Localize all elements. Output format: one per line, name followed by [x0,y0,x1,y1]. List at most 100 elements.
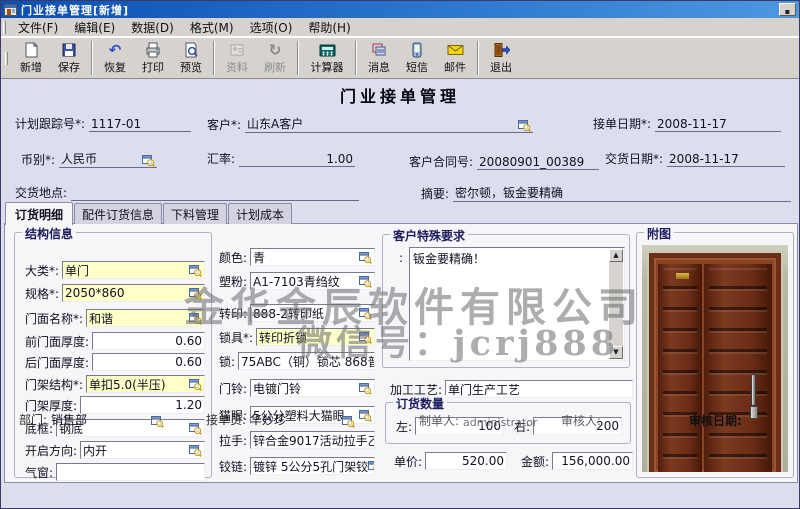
color-lookup-icon[interactable] [359,251,372,264]
doorbell-input[interactable]: 电镀门铃 [250,379,375,397]
place-field: 交货地点: [15,184,359,201]
titlebar-button[interactable]: ▪ [779,3,796,16]
bottom-frame-lookup-icon[interactable] [189,422,202,435]
place-input[interactable] [71,185,359,201]
back-thickness-field: 后门面厚度: 0.60 [25,353,205,371]
scroll-down-icon[interactable]: ▼ [609,346,623,359]
exit-icon [493,42,510,59]
app-window: 门业接单管理[新增] ▪ 文件(F) 编辑(E) 数据(D) 格式(M) 选项(… [0,0,800,509]
toolbar-separator [213,41,215,75]
peephole-lookup-icon[interactable] [359,409,372,422]
menu-grip [3,21,6,34]
contract-field: 客户合同号: 20080901_00389 [409,153,599,170]
customer-lookup-icon[interactable] [518,119,531,132]
lockset-input[interactable]: 转印折锁 [256,328,375,346]
preview-icon [183,42,199,59]
unit-price-input[interactable]: 520.00 [425,452,507,470]
restore-button[interactable]: ↶ 恢复 [96,39,134,77]
preview-button[interactable]: 预览 [172,39,210,77]
exit-button[interactable]: 退出 [482,39,520,77]
frame-structure-input[interactable]: 单扣5.0(半压) [86,375,205,393]
dept-input[interactable]: 销售部 [51,411,151,428]
currency-input[interactable]: 人民币 [59,150,157,168]
plan-no-input[interactable]: 1117-01 [89,116,191,132]
tab-fitting-info[interactable]: 配件订货信息 [74,203,162,224]
amount-input[interactable]: 156,000.00 [552,452,633,470]
menu-edit[interactable]: 编辑(E) [66,18,123,37]
back-thickness-input[interactable]: 0.60 [92,353,205,371]
special-request-group: 客户特殊要求 : 钣金要精确！ ▲ ▼ [382,234,630,368]
color-field: 颜色: 青 [219,248,375,266]
mail-button[interactable]: 邮件 [436,39,474,77]
delivery-date-input[interactable]: 2008-11-17 [667,151,785,167]
open-direction-input[interactable]: 内开 [80,441,205,459]
spec-input[interactable]: 2050*860 [62,284,205,302]
door-casing [649,253,781,472]
pull-handle-input[interactable]: 锌合金9017活动拉手乙 [250,431,375,449]
doorbell-lookup-icon[interactable] [359,382,372,395]
hinge-lookup-icon[interactable] [368,460,375,473]
transfer-field: 转印: 888-2转印纸 [219,304,375,322]
new-button[interactable]: 新增 [12,39,50,77]
menu-options[interactable]: 选项(O) [242,18,301,37]
powder-lookup-icon[interactable] [359,275,372,288]
menu-data[interactable]: 数据(D) [123,18,182,37]
open-direction-lookup-icon[interactable] [189,444,202,457]
save-icon [61,42,77,59]
vent-input[interactable] [56,463,205,481]
category-lookup-icon[interactable] [189,264,202,277]
save-button[interactable]: 保存 [50,39,88,77]
currency-field: 币别*: 人民币 [21,150,157,168]
order-taker-lookup-icon[interactable] [342,415,355,428]
vent-field: 气窗: [25,463,205,481]
currency-lookup-icon[interactable] [142,154,155,167]
face-name-lookup-icon[interactable] [189,312,202,325]
lock-input[interactable]: 75ABC（铜）锁芯 868普 [238,352,375,370]
contract-input[interactable]: 20080901_00389 [477,154,599,170]
dept-lookup-icon[interactable] [151,415,164,428]
order-date-input[interactable]: 2008-11-17 [655,116,781,132]
spec-lookup-icon[interactable] [189,287,202,300]
scroll-up-icon[interactable]: ▲ [609,249,623,262]
structure-group: 结构信息 大类*: 单门 规格*: 2050*860 门面名称*: 和谐 前门面… [14,232,212,478]
category-input[interactable]: 单门 [62,261,205,279]
sms-button[interactable]: 短信 [398,39,436,77]
door-plaque [676,273,689,279]
customer-input[interactable]: 山东A客户 [245,115,533,133]
data-icon [229,42,245,59]
menu-help[interactable]: 帮助(H) [300,18,358,37]
summary-input[interactable]: 密尔顿，钣金要精确 [453,184,791,202]
lockset-lookup-icon[interactable] [359,331,372,344]
frame-structure-lookup-icon[interactable] [189,378,202,391]
menu-file[interactable]: 文件(F) [10,18,66,37]
rate-input[interactable]: 1.00 [239,151,355,167]
hinge-input[interactable]: 镀锌 5公分5孔门架铰 [250,457,375,475]
special-request-scrollbar[interactable]: ▲ ▼ [609,249,623,359]
spec-field: 规格*: 2050*860 [25,284,205,302]
order-taker-input[interactable]: 华妙珍 [250,411,342,428]
process-input[interactable]: 单门生产工艺 [445,380,633,398]
transfer-lookup-icon[interactable] [359,307,372,320]
front-thickness-input[interactable]: 0.60 [92,332,205,350]
audit-date-field: 审核日期: [689,412,746,429]
toolbar-separator [477,41,479,75]
color-input[interactable]: 青 [250,248,375,266]
powder-input[interactable]: A1-7103青绉纹 [250,272,375,290]
transfer-input[interactable]: 888-2转印纸 [250,304,375,322]
new-icon [23,42,39,59]
special-request-textarea[interactable]: 钣金要精确！ ▲ ▼ [409,247,625,361]
print-button[interactable]: 打印 [134,39,172,77]
quantity-group-title: 订货数量 [393,395,447,412]
tab-plan-cost[interactable]: 计划成本 [228,203,292,224]
restore-icon: ↶ [109,42,122,59]
maker-field: 制单人: administrator [419,412,537,429]
order-detail-panel: 结构信息 大类*: 单门 规格*: 2050*860 门面名称*: 和谐 前门面… [4,223,798,483]
menu-format[interactable]: 格式(M) [182,18,242,37]
mail-icon [447,42,464,59]
place-label: 交货地点: [15,184,67,201]
calculator-button[interactable]: 计算器 [302,39,352,77]
message-button[interactable]: 消息 [360,39,398,77]
tab-cutting[interactable]: 下料管理 [163,203,227,224]
face-name-input[interactable]: 和谐 [86,309,205,327]
tab-order-detail[interactable]: 订货明细 [5,202,73,225]
